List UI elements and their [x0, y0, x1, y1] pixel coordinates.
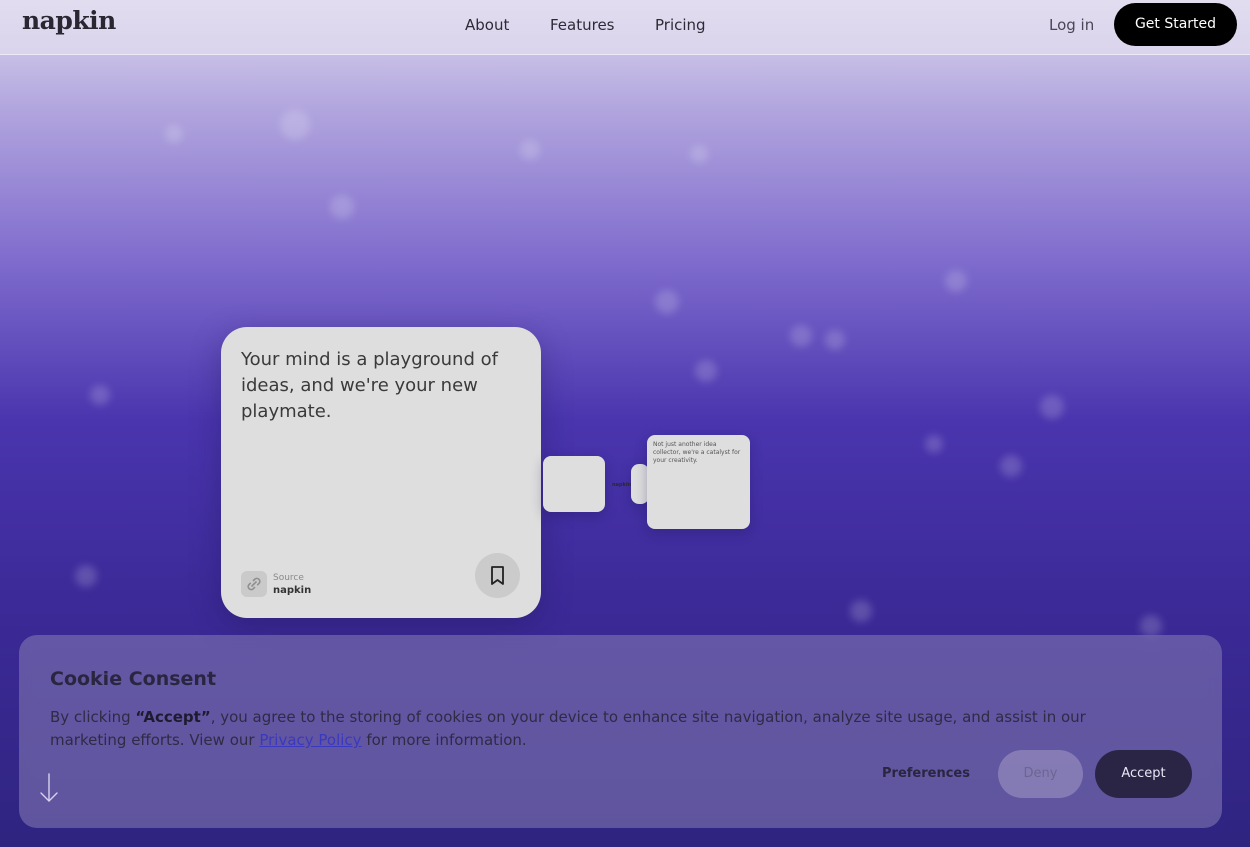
- top-navigation: napkin About Features Pricing Log in Get…: [0, 0, 1250, 55]
- cookie-description: By clicking “Accept”, you agree to the s…: [50, 706, 1140, 752]
- mini-idea-card-left: [543, 456, 605, 512]
- login-link[interactable]: Log in: [1049, 16, 1094, 34]
- nav-link-about[interactable]: About: [465, 16, 509, 34]
- source-label: Source: [273, 573, 304, 583]
- hero-card-text: Your mind is a playground of ideas, and …: [241, 349, 498, 422]
- cookie-title: Cookie Consent: [50, 668, 217, 690]
- cookie-text-post: for more information.: [361, 731, 527, 749]
- mini-card-text: Not just another idea collector, we're a…: [653, 441, 741, 464]
- preferences-button[interactable]: Preferences: [882, 766, 970, 781]
- mini-card-word: napkin: [612, 482, 632, 488]
- bookmark-icon: [491, 566, 504, 585]
- background-bokeh: [790, 325, 812, 347]
- accept-button[interactable]: Accept: [1095, 750, 1192, 798]
- background-bokeh: [850, 600, 872, 622]
- mini-idea-card-right: Not just another idea collector, we're a…: [647, 435, 750, 529]
- nav-link-features[interactable]: Features: [550, 16, 615, 34]
- background-bokeh: [165, 125, 183, 143]
- background-bokeh: [1140, 615, 1162, 637]
- cookie-text-pre: By clicking: [50, 708, 136, 726]
- get-started-button[interactable]: Get Started: [1114, 3, 1237, 46]
- background-bokeh: [825, 330, 845, 350]
- deny-button[interactable]: Deny: [998, 750, 1083, 798]
- background-bokeh: [655, 290, 679, 314]
- cookie-consent-banner: Cookie Consent By clicking “Accept”, you…: [19, 635, 1222, 828]
- background-bokeh: [90, 385, 110, 405]
- background-bokeh: [690, 145, 708, 163]
- background-bokeh: [75, 565, 97, 587]
- background-bokeh: [1000, 455, 1022, 477]
- bookmark-button[interactable]: [475, 553, 520, 598]
- background-bokeh: [695, 360, 717, 382]
- source-name: napkin: [273, 585, 312, 596]
- background-bokeh: [330, 195, 354, 219]
- link-icon: [241, 571, 267, 597]
- arrow-down-icon[interactable]: [38, 772, 60, 808]
- background-bokeh: [945, 270, 967, 292]
- cookie-text-bold: “Accept”: [135, 708, 211, 726]
- background-bokeh: [1040, 395, 1064, 419]
- background-bokeh: [520, 140, 540, 160]
- napkin-logo[interactable]: napkin: [22, 6, 116, 35]
- background-bokeh: [280, 110, 310, 140]
- hero-idea-card: Your mind is a playground of ideas, and …: [221, 327, 541, 618]
- nav-link-pricing[interactable]: Pricing: [655, 16, 706, 34]
- privacy-policy-link[interactable]: Privacy Policy: [259, 731, 361, 749]
- background-bokeh: [925, 435, 943, 453]
